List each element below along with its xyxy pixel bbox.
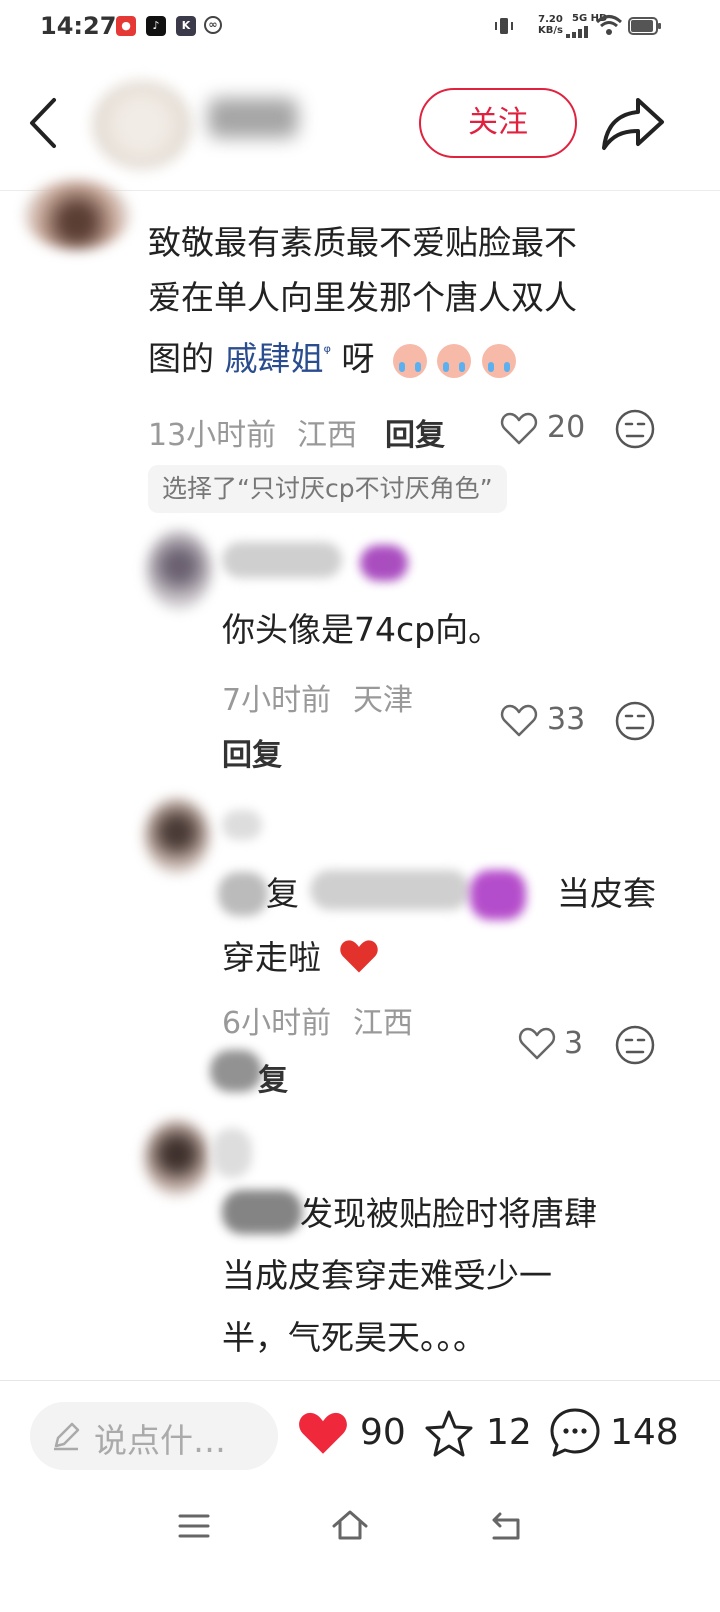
author-avatar[interactable]	[92, 80, 192, 170]
comment-text: 半，气死昊天。。。	[222, 1318, 486, 1357]
like-count: 90	[360, 1412, 406, 1453]
back-nav-icon[interactable]	[488, 1510, 524, 1542]
comment-text: 你头像是74cp向。	[222, 610, 502, 649]
share-arrow-icon[interactable]	[600, 94, 666, 152]
comment-text: 当成皮套穿走难受少一	[222, 1256, 552, 1295]
comment-line: 图的 戚肆姐ᵠ 呀	[148, 325, 688, 386]
comment-location: 江西	[297, 418, 357, 453]
link-notification-icon: ∞	[204, 16, 222, 34]
comment-text: 发现被贴脸时将唐肆	[300, 1194, 597, 1233]
comment-text: 致敬最有素质最不爱贴脸最不 爱在单人向里发那个唐人双人 图的 戚肆姐ᵠ 呀	[148, 215, 688, 386]
k-notification-icon: K	[176, 16, 196, 36]
username-redacted	[360, 545, 408, 581]
commenter-avatar[interactable]	[146, 530, 212, 610]
favorite-count: 12	[486, 1412, 532, 1453]
comment-text: 穿走啦	[222, 938, 321, 977]
reply-fragment: 复	[266, 874, 299, 913]
back-chevron-icon[interactable]	[22, 96, 62, 150]
crying-emoji-icon	[392, 343, 427, 378]
commenter-avatar[interactable]	[144, 798, 210, 874]
home-icon[interactable]	[330, 1508, 370, 1542]
reply-button[interactable]: 回复	[222, 730, 282, 774]
comment-location: 天津	[353, 683, 413, 718]
reply-button[interactable]: 回复	[385, 410, 445, 454]
heart-filled-icon[interactable]	[296, 1410, 350, 1458]
battery-icon	[628, 17, 661, 35]
comment-count: 148	[610, 1412, 679, 1453]
app-notification-icon: ●	[116, 16, 136, 36]
reply-prefix-redacted	[222, 1190, 302, 1234]
heart-outline-icon[interactable]	[500, 412, 538, 446]
meh-face-icon[interactable]	[614, 1024, 656, 1066]
username-redacted[interactable]	[222, 810, 262, 840]
mention-mark: ᵠ	[323, 342, 331, 363]
crying-emoji-icon	[437, 343, 472, 378]
username-redacted[interactable]	[222, 542, 342, 578]
reply-button-redacted[interactable]	[210, 1050, 262, 1092]
follow-button[interactable]: 关注	[419, 88, 577, 158]
commenter-avatar[interactable]	[144, 1120, 210, 1196]
like-count: 3	[564, 1026, 584, 1061]
signal-bars-icon	[566, 26, 588, 38]
username-redacted	[470, 870, 526, 920]
stance-tag: 选择了“只讨厌cp不讨厌角色”	[148, 465, 507, 513]
heart-outline-icon[interactable]	[518, 1027, 556, 1061]
crying-emoji-icon	[481, 343, 516, 378]
red-heart-emoji-icon	[340, 940, 378, 973]
pencil-icon	[54, 1422, 80, 1451]
commenter-avatar[interactable]	[24, 180, 130, 250]
heart-outline-icon[interactable]	[500, 704, 538, 738]
username-redacted	[310, 870, 470, 910]
like-count: 20	[547, 410, 586, 445]
net-speed: 7.20 KB/s	[538, 14, 563, 36]
username-redacted[interactable]	[212, 1128, 252, 1178]
comment-time: 7小时前	[222, 683, 332, 718]
reply-button[interactable]: 复	[258, 1055, 288, 1099]
comment-time: 13小时前	[148, 418, 277, 453]
reply-prefix-redacted	[218, 872, 268, 916]
mention-link[interactable]: 戚肆姐	[225, 339, 324, 378]
music-notification-icon: ♪	[146, 16, 166, 36]
vibrate-icon	[495, 18, 513, 34]
comment-text-prefix: 图的	[148, 339, 225, 378]
menu-icon[interactable]	[178, 1512, 210, 1540]
comment-text: 当皮套	[557, 874, 656, 913]
comment-time: 6小时前	[222, 1006, 332, 1041]
comment-input-placeholder[interactable]: 说点什…	[94, 1414, 226, 1462]
author-name-redacted[interactable]	[208, 98, 298, 138]
star-outline-icon[interactable]	[422, 1408, 476, 1460]
comment-line: 爱在单人向里发那个唐人双人	[148, 278, 577, 317]
like-count: 33	[547, 702, 586, 737]
comment-location: 江西	[353, 1006, 413, 1041]
bottom-divider	[0, 1380, 720, 1381]
status-time: 14:27	[40, 12, 117, 40]
meh-face-icon[interactable]	[614, 700, 656, 742]
comment-bubble-icon[interactable]	[548, 1406, 602, 1460]
comment-line: 致敬最有素质最不爱贴脸最不	[148, 223, 577, 262]
comment-text-suffix: 呀	[330, 339, 375, 378]
wifi-icon	[596, 15, 622, 35]
meh-face-icon[interactable]	[614, 408, 656, 450]
